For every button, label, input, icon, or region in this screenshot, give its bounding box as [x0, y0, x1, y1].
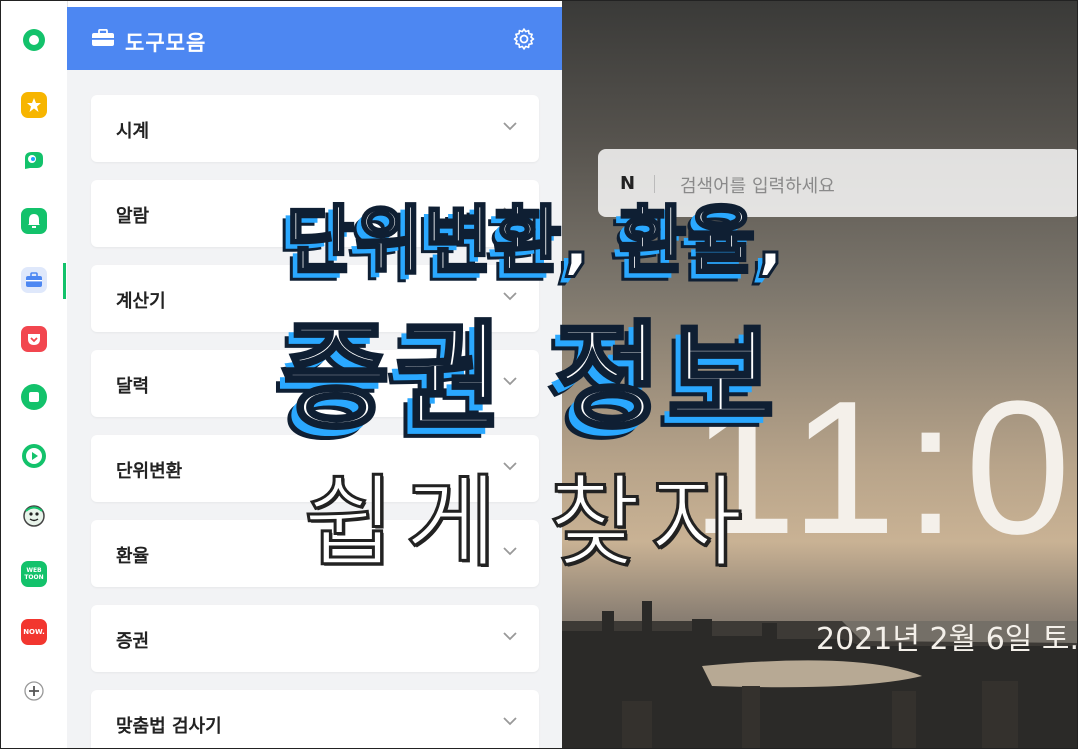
panel-header: 도구모음 [67, 7, 562, 70]
clock-date: 2021년 2월 6일 토. [816, 622, 1078, 657]
papago-icon[interactable] [21, 149, 47, 175]
bell-icon[interactable] [21, 208, 47, 234]
briefcase-icon [92, 29, 114, 46]
panel-title: 도구모음 [125, 31, 207, 55]
now-icon-text: NOW. [23, 628, 45, 636]
character-icon[interactable] [21, 503, 47, 529]
briefcase-icon[interactable] [21, 267, 47, 293]
chevron-down-icon [503, 717, 517, 726]
play-icon[interactable] [21, 443, 47, 469]
tool-item-clock[interactable]: 시계 [91, 95, 539, 162]
chevron-down-icon [503, 122, 517, 131]
naver-home-icon[interactable] [21, 27, 47, 53]
pocket-icon[interactable] [21, 326, 47, 352]
tool-item-label: 환율 [116, 546, 150, 567]
webtoon-icon-text: WEB TOON [24, 567, 44, 581]
plus-icon[interactable] [21, 678, 47, 704]
side-rail: WEB TOON NOW. [1, 1, 68, 748]
tool-item-label: 계산기 [116, 291, 166, 312]
overlay-headline-3: 쉽게 찾자 [302, 463, 753, 583]
active-indicator [63, 263, 66, 299]
tool-item-label: 달력 [116, 376, 150, 397]
tool-item-stocks[interactable]: 증권 [91, 605, 539, 672]
square-icon[interactable] [21, 384, 47, 410]
tool-item-label: 시계 [116, 121, 150, 142]
tool-item-label: 맞춤법 검사기 [116, 716, 222, 737]
now-icon[interactable]: NOW. [21, 619, 47, 645]
gear-icon[interactable] [512, 27, 536, 51]
star-icon[interactable] [21, 92, 47, 118]
chevron-down-icon [503, 632, 517, 641]
overlay-headline-1: 단위변환, 환율, [284, 197, 786, 286]
tool-item-spell-checker[interactable]: 맞춤법 검사기 [91, 690, 539, 748]
tool-item-label: 단위변환 [116, 461, 183, 482]
webtoon-icon[interactable]: WEB TOON [21, 561, 47, 587]
tool-item-label: 알람 [116, 206, 150, 227]
overlay-headline-2: 증권 정보 [281, 308, 781, 447]
app-window: WEB TOON NOW. 도구모음 시계 알람 계산기 달력 단위변환 환율 … [0, 0, 1078, 749]
tool-item-label: 증권 [116, 631, 150, 652]
